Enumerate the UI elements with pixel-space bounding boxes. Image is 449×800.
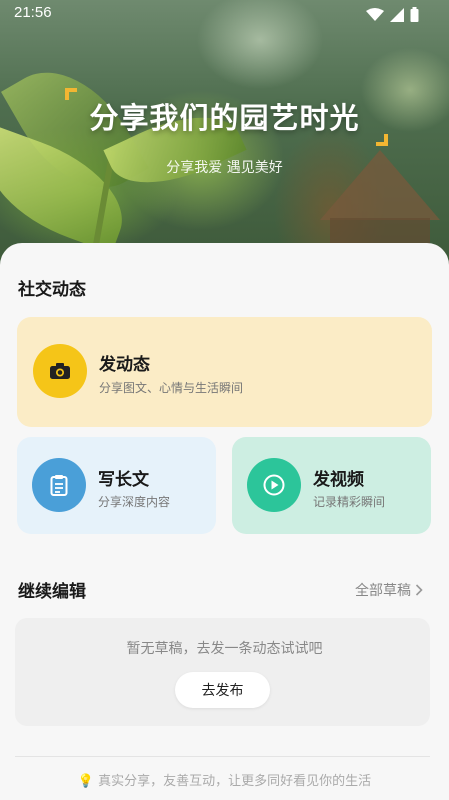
status-time: 21:56	[14, 4, 52, 21]
lightbulb-icon: 💡	[77, 774, 95, 789]
chevron-right-icon	[415, 584, 423, 596]
status-bar: 21:56	[0, 0, 449, 28]
divider	[15, 756, 430, 757]
footer-tip: 💡 真实分享，友善互动，让更多同好看见你的生活	[0, 770, 449, 789]
document-icon	[32, 458, 86, 512]
write-article-description: 分享深度内容	[98, 495, 171, 509]
go-publish-button[interactable]: 去发布	[175, 672, 270, 708]
all-drafts-label: 全部草稿	[355, 583, 411, 599]
post-moment-card[interactable]: 发动态 分享图文、心情与生活瞬间	[17, 317, 432, 427]
footer-text: 真实分享，友善互动，让更多同好看见你的生活	[98, 774, 372, 789]
post-moment-description: 分享图文、心情与生活瞬间	[99, 381, 244, 395]
section-title-drafts: 继续编辑	[18, 582, 86, 602]
signal-icon	[390, 7, 404, 22]
title-bracket-icon	[376, 134, 388, 146]
hero-title: 分享我们的园艺时光	[89, 101, 360, 135]
post-video-description: 记录精彩瞬间	[313, 495, 386, 509]
all-drafts-link[interactable]: 全部草稿	[355, 580, 423, 600]
status-icons	[366, 7, 419, 22]
draft-empty-text: 暂无草稿，去发一条动态试试吧	[126, 641, 323, 657]
battery-icon	[410, 7, 419, 22]
write-article-card[interactable]: 写长文 分享深度内容	[17, 437, 216, 534]
hero-subtitle: 分享我爱 遇见美好	[166, 160, 283, 176]
wifi-icon	[366, 7, 384, 21]
post-moment-title: 发动态	[99, 355, 150, 375]
camera-icon	[33, 344, 87, 398]
section-title-social: 社交动态	[18, 280, 86, 300]
hero-banner: 21:56 分享我们的园艺时光 分享我爱 遇见美好	[0, 0, 449, 265]
play-icon	[247, 458, 301, 512]
post-video-card[interactable]: 发视频 记录精彩瞬间	[232, 437, 431, 534]
post-video-title: 发视频	[313, 470, 364, 490]
write-article-title: 写长文	[98, 470, 149, 490]
